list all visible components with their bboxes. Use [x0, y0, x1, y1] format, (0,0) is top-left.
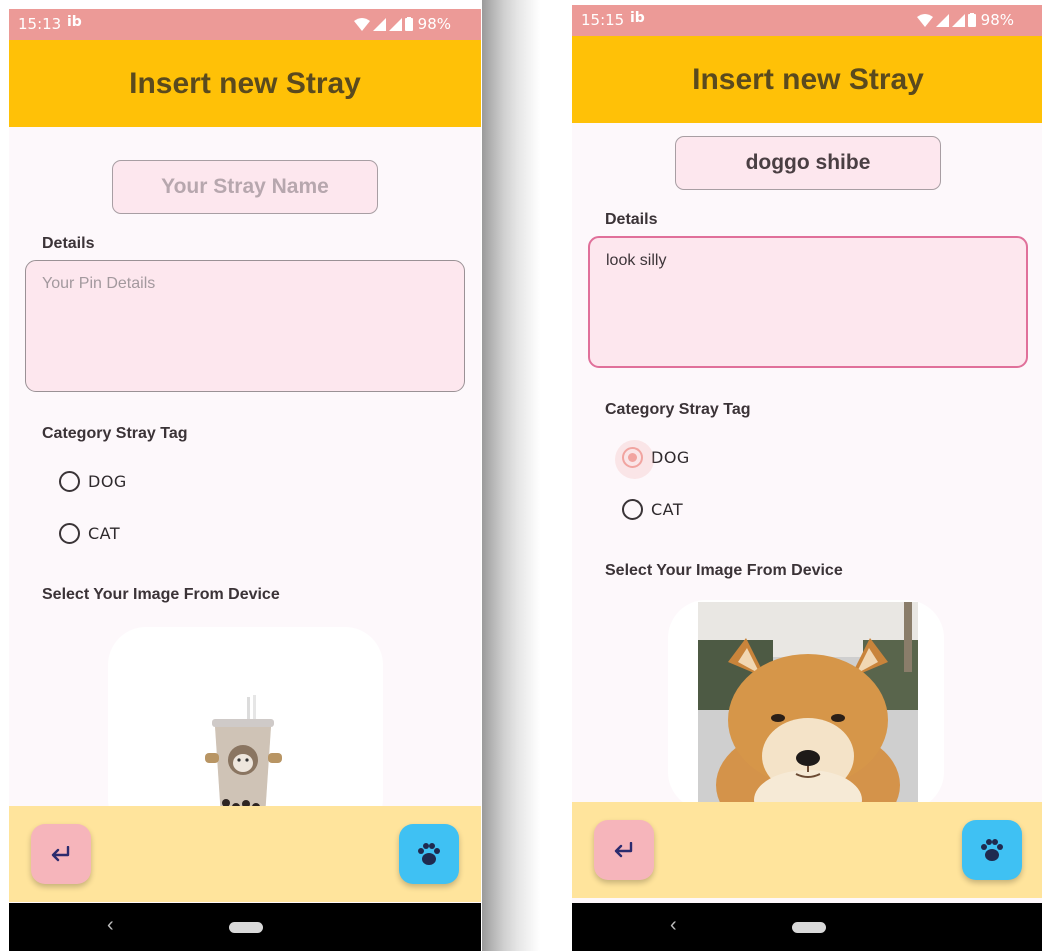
radio-dog[interactable]: DOG	[615, 440, 690, 479]
signal-icon	[372, 17, 386, 31]
bottom-app-bar	[9, 806, 481, 902]
shiba-dog-image	[698, 602, 918, 810]
category-label: Category Stray Tag	[605, 401, 751, 418]
radio-label: DOG	[651, 448, 690, 467]
radio-label: CAT	[88, 524, 121, 543]
notification-icon: ib	[630, 10, 645, 26]
details-input[interactable]: look silly	[588, 236, 1028, 368]
back-button[interactable]	[594, 820, 654, 880]
status-time: 15:15	[581, 11, 625, 29]
signal-icon	[935, 13, 949, 27]
status-bar: 15:13 ib 98%	[9, 9, 481, 40]
bottom-app-bar	[572, 802, 1042, 898]
radio-label: CAT	[651, 500, 684, 519]
battery-percent: 98%	[980, 11, 1014, 29]
back-button[interactable]	[31, 824, 91, 884]
radio-button[interactable]	[59, 523, 80, 544]
page-title: Insert new Stray	[129, 66, 361, 100]
radio-dog[interactable]: DOG	[59, 471, 127, 492]
signal-icon	[951, 13, 965, 27]
system-navigation-bar: ‹	[572, 903, 1042, 951]
submit-stray-button[interactable]	[399, 824, 459, 884]
paw-icon	[981, 839, 1003, 861]
status-bar: 15:15 ib 98%	[572, 5, 1042, 36]
battery-icon	[404, 17, 413, 31]
radio-button-selected[interactable]	[615, 440, 654, 479]
signal-icon	[388, 17, 402, 31]
stray-name-input[interactable]: doggo shibe	[675, 136, 941, 190]
app-bar: Insert new Stray	[572, 36, 1042, 123]
battery-percent: 98%	[417, 15, 451, 33]
nav-back-icon[interactable]: ‹	[107, 914, 114, 937]
details-input[interactable]: Your Pin Details	[25, 260, 465, 392]
image-section-label: Select Your Image From Device	[605, 562, 843, 579]
image-section-label: Select Your Image From Device	[42, 586, 280, 603]
submit-stray-button[interactable]	[962, 820, 1022, 880]
window-gap-shadow	[482, 0, 540, 951]
return-arrow-icon	[51, 846, 70, 862]
battery-icon	[967, 13, 976, 27]
radio-label: DOG	[88, 472, 127, 491]
radio-button[interactable]	[59, 471, 80, 492]
nav-home-pill[interactable]	[229, 922, 263, 933]
phone-screen-left: 15:13 ib 98% Insert new Stray Your Stray…	[9, 9, 481, 951]
details-label: Details	[605, 211, 658, 228]
radio-button[interactable]	[622, 499, 643, 520]
radio-cat[interactable]: CAT	[622, 499, 683, 520]
wifi-icon	[916, 13, 933, 27]
image-picker[interactable]	[668, 600, 944, 810]
phone-screen-right: 15:15 ib 98% Insert new Stray doggo shib…	[572, 5, 1042, 951]
category-label: Category Stray Tag	[42, 425, 188, 442]
page-title: Insert new Stray	[692, 62, 924, 96]
stray-name-input[interactable]: Your Stray Name	[112, 160, 378, 214]
paw-icon	[418, 843, 440, 865]
system-navigation-bar: ‹	[9, 903, 481, 951]
notification-icon: ib	[67, 14, 82, 30]
app-bar: Insert new Stray	[9, 40, 481, 127]
status-time: 15:13	[18, 15, 62, 33]
nav-home-pill[interactable]	[792, 922, 826, 933]
radio-cat[interactable]: CAT	[59, 523, 120, 544]
wifi-icon	[353, 17, 370, 31]
details-label: Details	[42, 235, 95, 252]
nav-back-icon[interactable]: ‹	[670, 914, 677, 937]
return-arrow-icon	[614, 842, 633, 858]
